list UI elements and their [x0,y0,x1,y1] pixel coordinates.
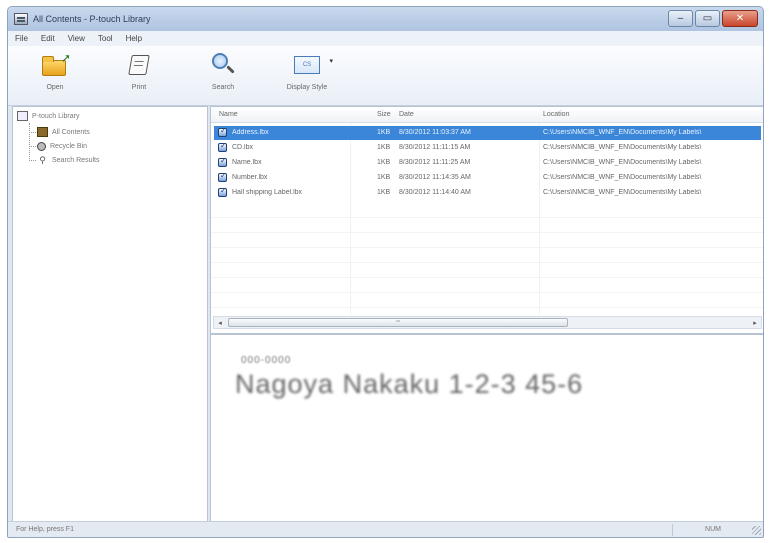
resize-grip-icon[interactable] [752,526,761,535]
table-row[interactable]: Number.lbx 1KB 8/30/2012 11:14:35 AM C:\… [214,171,761,185]
scroll-right-icon[interactable]: ▸ [749,317,761,328]
app-window: All Contents - P-touch Library – ▭ ✕ Fil… [7,6,764,538]
toolbar: ➚ Open Print Search CS ▾ Display Style [8,46,763,106]
library-tree: P-touch Library All Contents Recycle Bin… [12,106,208,522]
preview-address: Nagoya Nakaku 1-2-3 45-6 [235,369,584,399]
tree-item-label: Recycle Bin [50,142,87,150]
tree-item-recycle-bin[interactable]: Recycle Bin [37,139,87,153]
table-row[interactable]: CD.lbx 1KB 8/30/2012 11:11:15 AM C:\User… [214,141,761,155]
file-list: Name Size Date Location Address.lbx 1KB … [210,106,763,334]
table-row[interactable]: Address.lbx 1KB 8/30/2012 11:03:37 AM C:… [214,126,761,140]
status-num-indicator: NUM [705,526,721,533]
status-help-text: For Help, press F1 [16,526,74,533]
minimize-button[interactable]: – [668,10,693,27]
app-icon [14,13,28,25]
recycle-bin-icon [37,141,46,151]
search-icon: ⚲ [39,154,46,165]
close-button[interactable]: ✕ [722,10,758,27]
window-controls: – ▭ ✕ [668,10,758,27]
column-header-name[interactable]: Name [219,111,238,118]
horizontal-scrollbar[interactable]: ◂ ┅ ▸ [213,316,762,329]
label-file-icon [218,141,227,152]
display-style-icon-text: CS [294,56,320,74]
scrollbar-thumb[interactable]: ┅ [228,318,568,327]
print-icon [123,51,155,79]
display-style-button[interactable]: CS ▾ Display Style [282,46,333,91]
search-icon [207,51,239,79]
menu-view[interactable]: View [68,34,85,43]
table-row[interactable]: Name.lbx 1KB 8/30/2012 11:11:25 AM C:\Us… [214,156,761,170]
print-label: Print [131,84,147,91]
search-button[interactable]: Search [198,46,248,91]
tree-item-all-contents[interactable]: All Contents [37,125,90,139]
display-style-label: Display Style [286,84,328,91]
table-row[interactable]: Hall shipping Label.lbx 1KB 8/30/2012 11… [214,186,761,200]
open-label: Open [46,84,64,91]
chevron-down-icon[interactable]: ▾ [329,57,333,65]
tree-item-label: Search Results [52,156,100,164]
menu-edit[interactable]: Edit [41,34,55,43]
menu-help[interactable]: Help [126,34,142,43]
tree-item-search-results[interactable]: ⚲ Search Results [37,153,99,167]
window-title: All Contents - P-touch Library [33,14,151,24]
maximize-button[interactable]: ▭ [695,10,720,27]
menu-bar: File Edit View Tool Help [8,31,763,46]
open-folder-icon: ➚ [39,51,71,79]
status-bar: For Help, press F1 NUM [8,521,763,537]
preview-postal-code: 000-0000 [241,355,292,366]
list-header: Name Size Date Location [211,107,763,123]
title-bar: All Contents - P-touch Library – ▭ ✕ [8,7,763,31]
display-style-icon: CS ▾ [291,51,333,79]
column-header-location[interactable]: Location [543,111,569,118]
tree-item-root[interactable]: P-touch Library [17,109,79,123]
tree-item-label: All Contents [52,128,90,136]
label-file-icon [218,171,227,182]
library-icon [17,111,28,121]
label-preview: 000-0000 Nagoya Nakaku 1-2-3 45-6 [210,334,763,522]
search-label: Search [211,84,235,91]
scroll-left-icon[interactable]: ◂ [214,317,226,328]
column-header-date[interactable]: Date [399,111,414,118]
print-button[interactable]: Print [114,46,164,91]
menu-tool[interactable]: Tool [98,34,113,43]
column-header-size[interactable]: Size [377,111,391,118]
label-file-icon [218,126,227,137]
label-file-icon [218,156,227,167]
tree-root-label: P-touch Library [32,112,80,120]
folder-icon [37,127,48,137]
open-button[interactable]: ➚ Open [30,46,80,91]
label-file-icon [218,186,227,197]
menu-file[interactable]: File [15,34,28,43]
